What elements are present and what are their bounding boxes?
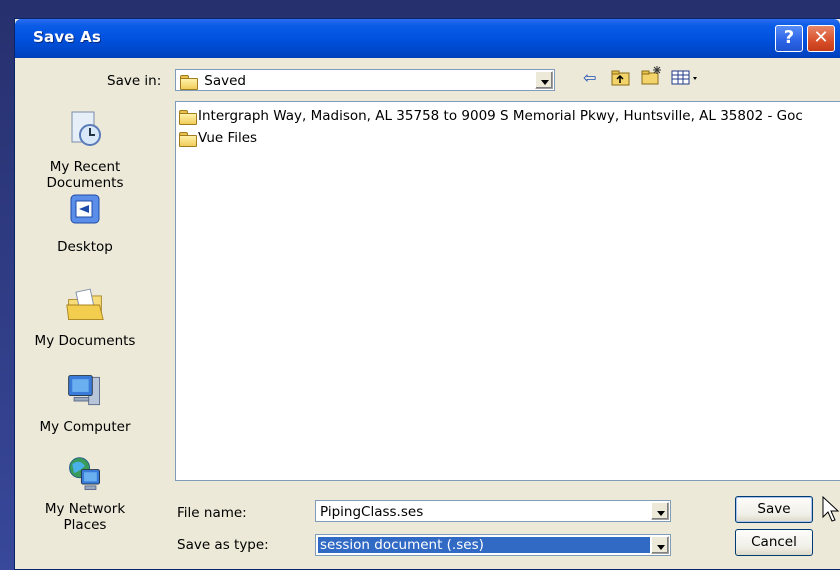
help-button[interactable]: ? (775, 25, 803, 52)
network-places-icon (69, 457, 100, 490)
save-as-dialog: Save As ? ✕ Save in: Saved ⇦ My Recent D… (14, 18, 840, 570)
up-folder-icon[interactable] (611, 69, 631, 87)
back-arrow-icon[interactable]: ⇦ (583, 69, 596, 87)
views-menu-icon[interactable] (671, 69, 701, 87)
my-computer-icon (68, 375, 100, 406)
folder-icon (180, 74, 198, 90)
my-documents-icon (66, 288, 104, 320)
place-my-computer[interactable]: My Computer (15, 371, 155, 435)
recent-documents-icon (71, 111, 101, 146)
folder-icon (179, 131, 197, 147)
save-as-type-combo[interactable]: session document (.ses) (315, 534, 671, 556)
place-my-network-places[interactable]: My Network Places (15, 455, 155, 533)
desktop-icon (70, 194, 100, 224)
list-item[interactable]: Intergraph Way, Madison, AL 35758 to 900… (179, 108, 803, 125)
mouse-cursor-icon (822, 496, 840, 522)
file-name: Intergraph Way, Madison, AL 35758 to 900… (198, 108, 803, 124)
chevron-down-icon[interactable] (651, 502, 669, 520)
place-label: My Recent Documents (46, 159, 124, 191)
file-list[interactable]: Intergraph Way, Madison, AL 35758 to 900… (175, 101, 840, 481)
file-name: Vue Files (198, 130, 258, 146)
place-label: My Computer (39, 419, 131, 435)
file-name-input[interactable]: PipingClass.ses (320, 504, 423, 520)
place-label: Desktop (57, 239, 113, 255)
close-button[interactable]: ✕ (807, 25, 835, 52)
save-button[interactable]: Save (735, 496, 813, 523)
new-folder-icon[interactable] (641, 65, 663, 87)
save-in-combo[interactable]: Saved (175, 69, 555, 91)
place-my-documents[interactable]: My Documents (15, 285, 155, 349)
folder-icon (179, 109, 197, 125)
place-my-recent-documents[interactable]: My Recent Documents (15, 109, 155, 191)
save-as-type-value: session document (.ses) (318, 537, 650, 553)
save-in-value: Saved (204, 73, 247, 89)
chevron-down-icon[interactable] (651, 536, 669, 554)
list-item[interactable]: Vue Files (179, 130, 258, 147)
window-title: Save As (33, 28, 102, 46)
place-desktop[interactable]: Desktop (15, 191, 155, 255)
file-name-combo[interactable]: PipingClass.ses (315, 500, 671, 522)
cancel-button[interactable]: Cancel (735, 529, 813, 556)
save-in-label: Save in: (107, 73, 162, 89)
file-name-label: File name: (177, 505, 247, 521)
chevron-down-icon[interactable] (535, 71, 553, 89)
place-label: My Network Places (44, 501, 126, 533)
places-bar: My RecentDocuments Desktop My Documents (15, 109, 155, 569)
place-label: My Documents (34, 333, 136, 349)
save-as-type-label: Save as type: (177, 537, 269, 553)
title-bar[interactable]: Save As ? ✕ (15, 19, 840, 58)
